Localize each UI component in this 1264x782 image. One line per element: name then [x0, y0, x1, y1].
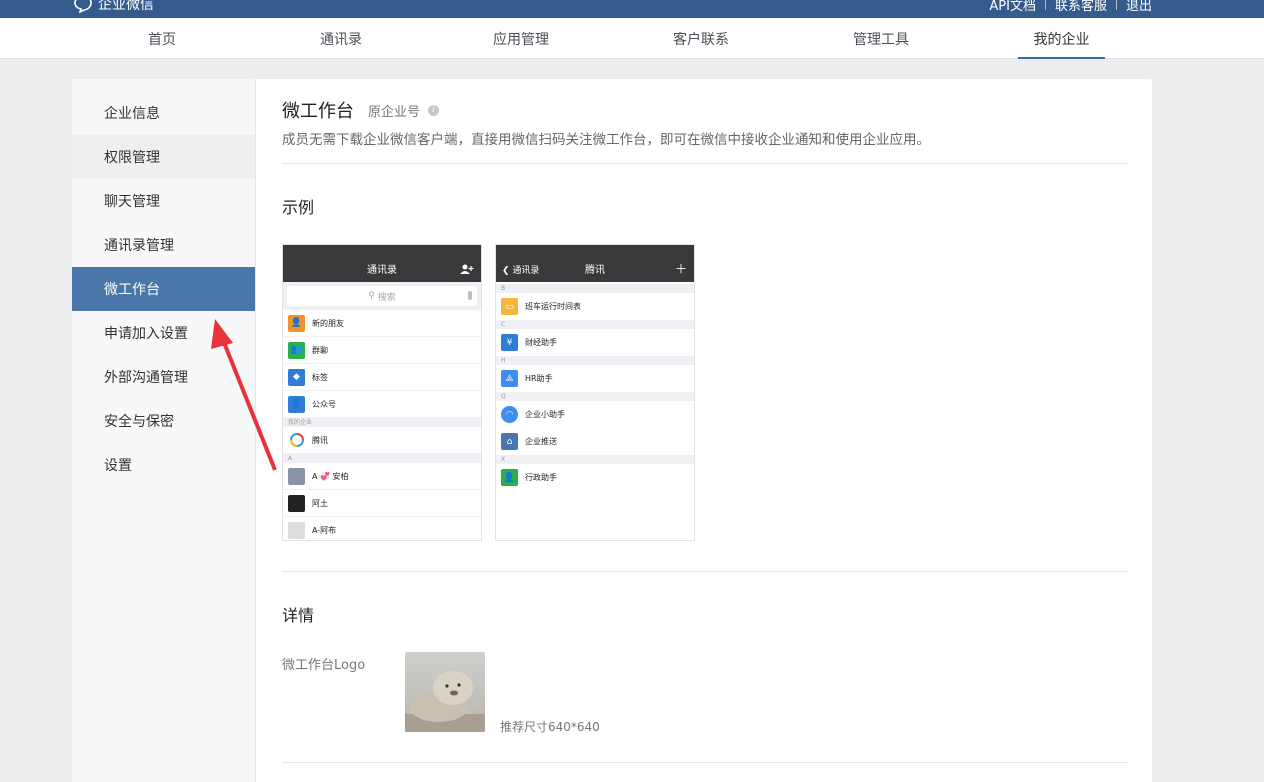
divider — [282, 762, 1128, 763]
list-item: ◆ 标签 — [283, 364, 481, 391]
nav-customer-contact[interactable]: 客户联系 — [657, 18, 745, 59]
list-item-label: 班车运行时间表 — [525, 302, 581, 311]
list-item-label: A-阿布 — [312, 525, 337, 535]
list-item: 👥 群聊 — [283, 337, 481, 364]
list-item-label: 行政助手 — [525, 473, 557, 482]
finance-icon: ¥ — [501, 334, 518, 351]
section-header: B — [496, 284, 694, 293]
phone-search-placeholder: 搜索 — [377, 292, 396, 303]
tag-icon: ◆ — [288, 368, 305, 386]
list-item: 👤 新的朋友 — [283, 310, 481, 337]
page-description: 成员无需下载企业微信客户端，直接用微信扫码关注微工作台，即可在微信中接收企业通知… — [282, 132, 930, 148]
page-subtitle: 原企业号 — [368, 104, 421, 120]
annotation-arrow-icon — [211, 319, 277, 471]
section-header: C — [496, 320, 694, 329]
phone-header: 通讯录 — [283, 245, 481, 282]
list-item-label: 企业小助手 — [525, 410, 565, 419]
divider — [282, 163, 1128, 164]
main-nav: 首页 通讯录 应用管理 客户联系 管理工具 我的企业 — [0, 18, 1264, 59]
group-chat-icon: 👥 — [288, 341, 305, 359]
top-links: API文档 联系客服 退出 — [989, 0, 1152, 14]
logo-size-hint: 推荐尺寸640*640 — [500, 720, 600, 734]
list-item-label: 群聊 — [312, 345, 328, 355]
section-header: 我的企业 — [283, 418, 481, 427]
section-header: Q — [496, 392, 694, 401]
list-item-label: A 💞 安柏 — [312, 471, 349, 481]
nav-contacts[interactable]: 通讯录 — [297, 18, 385, 59]
hr-icon: ⟁ — [501, 370, 518, 387]
list-item: 阿土 — [283, 490, 481, 517]
list-item: ⟁ HR助手 — [496, 365, 694, 392]
brand-name: 企业微信 — [98, 0, 154, 13]
phone-search-bar: ⚲ 搜索 — [283, 282, 481, 310]
logout-link[interactable]: 退出 — [1126, 0, 1152, 14]
avatar — [288, 467, 305, 485]
list-item: ◠ 企业小助手 — [496, 401, 694, 428]
page-title: 微工作台 — [282, 101, 354, 122]
example-section-title: 示例 — [282, 198, 315, 217]
logo-field-label: 微工作台Logo — [282, 658, 366, 673]
avatar — [288, 521, 305, 539]
bus-schedule-icon: ▭ — [501, 298, 518, 315]
add-contact-icon — [460, 263, 474, 277]
example-phone-company: ❮ 通讯录 腾讯 ＋ B ▭ 班车运行时间表 C ¥ 财经助手 H ⟁ HR助手… — [495, 244, 695, 541]
sidebar-item-contacts-management[interactable]: 通讯录管理 — [72, 223, 255, 267]
contact-support-link[interactable]: 联系客服 — [1055, 0, 1107, 14]
list-item-label: 腾讯 — [312, 435, 328, 445]
phone-header: ❮ 通讯录 腾讯 ＋ — [496, 245, 694, 282]
api-docs-link[interactable]: API文档 — [989, 0, 1036, 14]
list-item: 👤 公众号 — [283, 391, 481, 418]
list-item: ¥ 财经助手 — [496, 329, 694, 356]
new-friends-icon: 👤 — [288, 314, 305, 332]
wecom-logo-icon — [74, 0, 92, 13]
phone-search-input: ⚲ 搜索 — [287, 286, 477, 306]
section-header: X — [496, 455, 694, 464]
list-item: 👤 行政助手 — [496, 464, 694, 491]
list-item-label: HR助手 — [525, 374, 553, 383]
list-item-label: 财经助手 — [525, 338, 557, 347]
sidebar-item-chat-management[interactable]: 聊天管理 — [72, 179, 255, 223]
section-header: A — [283, 454, 481, 463]
plus-icon: ＋ — [674, 262, 687, 276]
home-icon: ⌂ — [501, 433, 518, 450]
info-icon[interactable]: i — [428, 104, 440, 116]
workbench-logo-image[interactable] — [405, 652, 485, 732]
top-bar: 企业微信 API文档 联系客服 退出 — [0, 0, 1264, 18]
list-item: ⌂ 企业推送 — [496, 428, 694, 455]
nav-management-tools[interactable]: 管理工具 — [837, 18, 925, 59]
admin-assistant-icon: 👤 — [501, 469, 518, 486]
microphone-icon — [468, 291, 472, 300]
section-header: H — [496, 356, 694, 365]
list-item: 腾讯 — [283, 427, 481, 454]
list-item-label: 标签 — [312, 372, 328, 382]
tencent-logo-icon — [288, 431, 305, 449]
list-item-label: 阿土 — [312, 498, 328, 508]
list-item: A 💞 安柏 — [283, 463, 481, 490]
title-row: 微工作台 原企业号 i — [282, 97, 440, 123]
list-item: ▭ 班车运行时间表 — [496, 293, 694, 320]
avatar — [288, 494, 305, 512]
content-card: 企业信息 权限管理 聊天管理 通讯录管理 微工作台 申请加入设置 外部沟通管理 … — [72, 79, 1152, 782]
sidebar-item-company-info[interactable]: 企业信息 — [72, 91, 255, 135]
sidebar-item-permissions[interactable]: 权限管理 — [72, 135, 255, 179]
assistant-icon: ◠ — [501, 406, 518, 423]
list-item: A-阿布 — [283, 517, 481, 540]
divider — [1044, 0, 1046, 10]
nav-apps[interactable]: 应用管理 — [477, 18, 565, 59]
official-account-icon: 👤 — [288, 395, 305, 413]
sidebar-item-micro-workbench[interactable]: 微工作台 — [72, 267, 255, 311]
divider — [282, 571, 1128, 572]
brand-logo[interactable]: 企业微信 — [72, 0, 154, 14]
phone-title: 通讯录 — [367, 265, 397, 276]
search-icon: ⚲ — [368, 291, 375, 301]
divider — [1115, 0, 1117, 10]
example-phone-contacts: 通讯录 ⚲ 搜索 👤 新的朋友 👥 群聊 ◆ 标签 👤 公众号 我的企业 腾讯 … — [282, 244, 482, 541]
details-section-title: 详情 — [282, 606, 315, 625]
list-item-label: 企业推送 — [525, 437, 557, 446]
phone-title: 腾讯 — [585, 265, 605, 276]
list-item-label: 公众号 — [312, 399, 336, 409]
nav-home[interactable]: 首页 — [118, 18, 206, 59]
list-item-label: 新的朋友 — [312, 318, 344, 328]
nav-my-company[interactable]: 我的企业 — [1018, 18, 1105, 59]
